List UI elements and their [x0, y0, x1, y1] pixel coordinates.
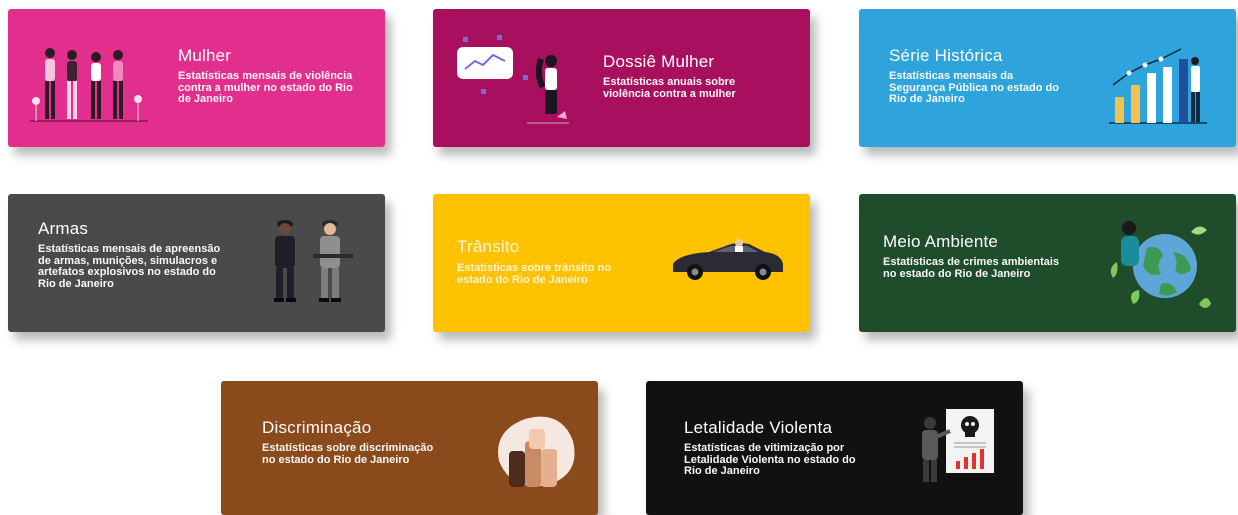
- card-description: Estatísticas anuais sobre violência cont…: [603, 76, 736, 100]
- women-group-illustration: [30, 48, 148, 122]
- card-transito[interactable]: Trânsito Estatísticas sobre trânsito no …: [433, 194, 810, 332]
- card-title: Mulher: [178, 46, 232, 65]
- card-dossie-mulher[interactable]: Dossiê Mulher Estatísticas anuais sobre …: [433, 9, 810, 147]
- card-discriminacao[interactable]: Discriminação Estatísticas sobre discrim…: [221, 381, 598, 515]
- card-description: Estatísticas de vitimização por Letalida…: [684, 442, 856, 477]
- card-mulher[interactable]: Mulher Estatísticas mensais de violência…: [8, 9, 385, 147]
- police-officers-illustration: [274, 220, 353, 302]
- card-description: Estatísticas mensais de apreensão de arm…: [38, 243, 221, 290]
- dashboard-cards: Mulher Estatísticas mensais de violência…: [0, 0, 1238, 515]
- card-description: Estatísticas de crimes ambientais no est…: [883, 256, 1060, 280]
- raised-fists-illustration: [498, 416, 575, 487]
- earth-plants-illustration: [1110, 221, 1211, 308]
- woman-chart-board-illustration: [457, 35, 569, 124]
- card-description: Estatísticas mensais de violência contra…: [178, 70, 353, 105]
- card-title: Dossiê Mulher: [603, 52, 715, 71]
- bar-chart-person-illustration: [1109, 48, 1207, 124]
- card-title: Letalidade Violenta: [684, 418, 833, 437]
- card-meio-ambiente[interactable]: Meio Ambiente Estatísticas de crimes amb…: [859, 194, 1236, 332]
- card-title: Meio Ambiente: [883, 232, 999, 251]
- skull-report-illustration: [922, 409, 994, 482]
- card-description: Estatísticas sobre discriminação no esta…: [262, 442, 434, 466]
- card-armas[interactable]: Armas Estatísticas mensais de apreensão …: [8, 194, 385, 332]
- card-title: Armas: [38, 219, 89, 238]
- card-title: Trânsito: [457, 237, 520, 256]
- card-description: Estatísticas sobre trânsito no estado do…: [457, 262, 612, 286]
- card-title: Discriminação: [262, 418, 372, 437]
- card-description: Estatísticas mensais da Segurança Públic…: [889, 70, 1059, 105]
- card-title: Série Histórica: [889, 46, 1003, 65]
- card-serie-historica[interactable]: Série Histórica Estatísticas mensais da …: [859, 9, 1236, 147]
- card-letalidade-violenta[interactable]: Letalidade Violenta Estatísticas de viti…: [646, 381, 1023, 515]
- sports-car-illustration: [673, 239, 783, 280]
